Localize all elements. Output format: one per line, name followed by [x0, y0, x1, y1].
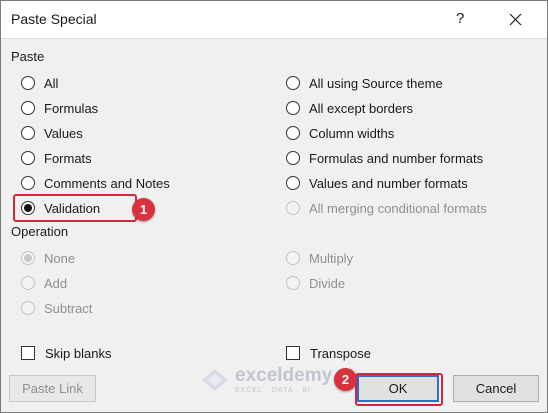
radio-button[interactable] — [21, 151, 35, 165]
radio-button-disabled — [286, 276, 300, 290]
step-1-marker: 1 — [132, 198, 155, 221]
checkbox-label: Skip blanks — [45, 345, 112, 361]
radio-button-disabled — [286, 201, 300, 215]
title-bar: Paste Special ? — [1, 1, 547, 39]
exceldemy-watermark: exceldemy EXCEL · DATA · BI — [201, 366, 332, 394]
paste-option-formulas[interactable]: Formulas — [21, 98, 98, 118]
radio-button[interactable] — [286, 151, 300, 165]
operation-option-subtract: Subtract — [21, 298, 92, 318]
checkbox[interactable] — [21, 346, 35, 360]
radio-button-disabled — [21, 251, 35, 265]
close-icon[interactable] — [508, 12, 523, 27]
option-label: Column widths — [309, 125, 395, 141]
option-label: Multiply — [309, 250, 354, 266]
option-label: Formulas — [44, 100, 99, 116]
option-label: Values — [44, 125, 83, 141]
paste-option-validation[interactable]: Validation — [21, 198, 100, 218]
step-2-marker: 2 — [334, 368, 357, 391]
paste-option-values-and-number-formats[interactable]: Values and number formats — [286, 173, 468, 193]
radio-button[interactable] — [21, 101, 35, 115]
operation-option-divide: Divide — [286, 273, 345, 293]
radio-button-disabled — [286, 251, 300, 265]
paste-option-all[interactable]: All — [21, 73, 58, 93]
operation-option-none: None — [21, 248, 75, 268]
radio-button[interactable] — [286, 101, 300, 115]
operation-option-add: Add — [21, 273, 67, 293]
option-label: Formulas and number formats — [309, 150, 484, 166]
radio-button[interactable] — [286, 76, 300, 90]
radio-button[interactable] — [21, 176, 35, 190]
radio-button[interactable] — [21, 126, 35, 140]
help-icon[interactable]: ? — [456, 10, 464, 27]
operation-option-multiply: Multiply — [286, 248, 353, 268]
radio-button[interactable] — [286, 176, 300, 190]
option-label: Comments and Notes — [44, 175, 170, 191]
dialog-title: Paste Special — [11, 11, 97, 27]
checkbox[interactable] — [286, 346, 300, 360]
watermark-tagline: EXCEL · DATA · BI — [235, 387, 311, 394]
paste-option-comments-and-notes[interactable]: Comments and Notes — [21, 173, 170, 193]
option-label: Add — [44, 275, 68, 291]
paste-option-all-merging-conditional-formats: All merging conditional formats — [286, 198, 487, 218]
exceldemy-logo-icon — [202, 369, 228, 391]
watermark-name: exceldemy — [235, 365, 333, 386]
checkbox-label: Transpose — [310, 345, 371, 361]
option-label: None — [44, 250, 76, 266]
paste-option-column-widths[interactable]: Column widths — [286, 123, 394, 143]
option-label: Subtract — [44, 300, 93, 316]
option-label: All — [44, 75, 59, 91]
radio-button[interactable] — [286, 126, 300, 140]
radio-button[interactable] — [21, 76, 35, 90]
option-label: All using Source theme — [309, 75, 443, 91]
radio-button-selected[interactable] — [21, 201, 35, 215]
option-label: All merging conditional formats — [309, 200, 487, 216]
radio-button-disabled — [21, 276, 35, 290]
option-label: Validation — [44, 200, 101, 216]
paste-option-formulas-and-number-formats[interactable]: Formulas and number formats — [286, 148, 483, 168]
paste-section-label: Paste — [11, 49, 45, 64]
radio-button-disabled — [21, 301, 35, 315]
paste-option-values[interactable]: Values — [21, 123, 83, 143]
transpose-checkbox[interactable]: Transpose — [286, 343, 371, 363]
cancel-button[interactable]: Cancel — [453, 375, 539, 402]
option-label: Divide — [309, 275, 346, 291]
option-label: Formats — [44, 150, 92, 166]
ok-button[interactable]: OK — [357, 375, 439, 402]
paste-option-formats[interactable]: Formats — [21, 148, 92, 168]
paste-link-button: Paste Link — [9, 375, 96, 402]
option-label: Values and number formats — [309, 175, 468, 191]
paste-special-dialog: Paste Special ? Paste All Formulas Value… — [0, 0, 548, 413]
operation-section-label: Operation — [11, 224, 69, 239]
option-label: All except borders — [309, 100, 414, 116]
skip-blanks-checkbox[interactable]: Skip blanks — [21, 343, 111, 363]
paste-option-all-except-borders[interactable]: All except borders — [286, 98, 413, 118]
paste-option-all-using-source-theme[interactable]: All using Source theme — [286, 73, 443, 93]
